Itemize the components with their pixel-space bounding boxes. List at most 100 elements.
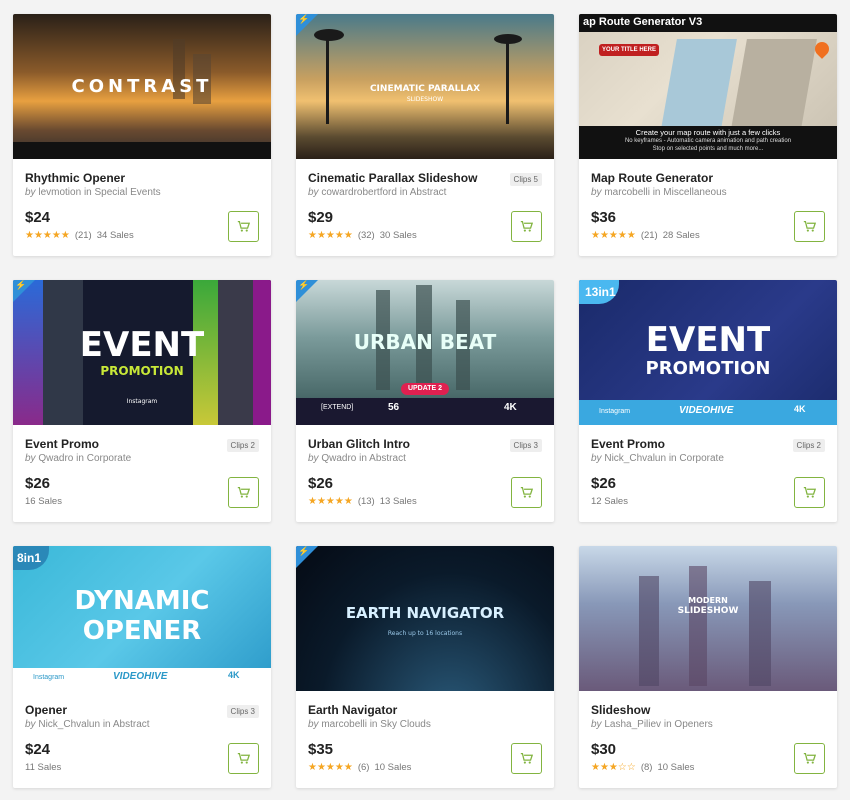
add-to-cart-button[interactable] <box>511 211 542 242</box>
cart-icon <box>803 486 816 498</box>
author-link[interactable]: Lasha_Piliev <box>604 719 661 730</box>
category-link[interactable]: Abstract <box>410 187 447 198</box>
thumb-title: EARTH NAVIGATOR <box>345 604 505 622</box>
clips-badge: Clips 2 <box>792 439 825 452</box>
add-to-cart-button[interactable] <box>228 743 259 774</box>
product-meta: ★★★★★ (6) 10 Sales <box>308 762 411 773</box>
instagram-label: Instagram <box>599 408 631 415</box>
product-meta: ★★★★★ (32) 30 Sales <box>308 230 417 241</box>
product-meta: 11 Sales <box>25 762 61 773</box>
add-to-cart-button[interactable] <box>228 477 259 508</box>
category-link[interactable]: Corporate <box>679 453 723 464</box>
extend-label: [EXTEND] <box>321 404 354 411</box>
product-thumbnail[interactable]: EARTH NAVIGATOR Reach up to 16 locations… <box>296 546 554 691</box>
rating-count: (8) <box>640 762 653 773</box>
rating-count: (13) <box>357 496 375 507</box>
author-link[interactable]: Nick_Chvalun <box>604 453 666 464</box>
category-link[interactable]: Special Events <box>95 187 161 198</box>
product-title[interactable]: Earth Navigator <box>308 703 397 717</box>
add-to-cart-button[interactable] <box>794 211 825 242</box>
in-label: in <box>83 187 92 198</box>
sales-count: 16 Sales <box>25 496 62 507</box>
product-thumbnail[interactable]: CINEMATIC PARALLAX SLIDESHOW ⚡ <box>296 14 554 159</box>
product-title[interactable]: Slideshow <box>591 703 650 717</box>
product-byline: by marcobelli in Sky Clouds <box>308 719 431 730</box>
cart-icon <box>237 220 250 232</box>
rating-count: (21) <box>74 230 92 241</box>
product-title[interactable]: Urban Glitch Intro <box>308 437 410 451</box>
product-title[interactable]: Cinematic Parallax Slideshow <box>308 171 477 185</box>
rating-stars: ★★★★★ <box>308 230 353 241</box>
product-thumbnail[interactable]: 13in1 EVENT PROMOTION Instagram VIDEOHIV… <box>579 280 837 425</box>
author-link[interactable]: marcobelli <box>604 187 650 198</box>
author-link[interactable]: marcobelli <box>321 719 367 730</box>
add-to-cart-button[interactable] <box>794 477 825 508</box>
rating-stars: ★★★★★ <box>308 762 353 773</box>
product-card[interactable]: EARTH NAVIGATOR Reach up to 16 locations… <box>296 546 554 788</box>
category-link[interactable]: Miscellaneous <box>663 187 726 198</box>
by-label: by <box>25 187 36 198</box>
cart-icon <box>520 752 533 764</box>
cart-icon <box>803 220 816 232</box>
product-card[interactable]: CINEMATIC PARALLAX SLIDESHOW ⚡ Cinematic P… <box>296 14 554 256</box>
sales-count: 34 Sales <box>96 230 134 241</box>
thumb-subtitle: PROMOTION <box>100 364 184 378</box>
sales-count: 28 Sales <box>662 230 700 241</box>
clips-badge: Clips 3 <box>509 439 542 452</box>
product-title[interactable]: Map Route Generator <box>591 171 713 185</box>
product-thumbnail[interactable]: MODERN SLIDESHOW <box>579 546 837 691</box>
author-link[interactable]: levmotion <box>38 187 81 198</box>
product-thumbnail[interactable]: ap Route Generator V3 YOUR TITLE HERE Cr… <box>579 14 837 159</box>
add-to-cart-button[interactable] <box>511 477 542 508</box>
product-byline: by Qwadro in Corporate <box>25 453 131 464</box>
category-link[interactable]: Abstract <box>113 719 150 730</box>
product-title[interactable]: Event Promo <box>591 437 665 451</box>
author-link[interactable]: Qwadro <box>321 453 356 464</box>
product-price: $29 <box>308 209 334 226</box>
author-link[interactable]: Nick_Chvalun <box>38 719 100 730</box>
author-link[interactable]: cowardrobertford <box>321 187 397 198</box>
in-label: in <box>102 719 111 730</box>
category-link[interactable]: Sky Clouds <box>380 719 431 730</box>
category-link[interactable]: Abstract <box>369 453 406 464</box>
product-card[interactable]: EVENT PROMOTION Instagram ⚡ Event Promo by … <box>13 280 271 522</box>
product-title[interactable]: Opener <box>25 703 67 717</box>
thumb-subtitle: OPENER <box>82 616 202 646</box>
thumb-title: CINEMATIC PARALLAX <box>369 84 481 94</box>
product-byline: by Qwadro in Abstract <box>308 453 406 464</box>
product-price: $36 <box>591 209 617 226</box>
product-title[interactable]: Rhythmic Opener <box>25 171 125 185</box>
product-card[interactable]: ap Route Generator V3 YOUR TITLE HERE Cr… <box>579 14 837 256</box>
product-card[interactable]: MODERN SLIDESHOW Slideshow by Lasha_Piliev… <box>579 546 837 788</box>
rating-stars: ★★★★★ <box>308 496 353 507</box>
add-to-cart-button[interactable] <box>228 211 259 242</box>
product-title[interactable]: Event Promo <box>25 437 99 451</box>
videohive-label: VIDEOHIVE <box>113 671 168 682</box>
category-link[interactable]: Openers <box>674 719 712 730</box>
product-thumbnail[interactable]: EVENT PROMOTION Instagram ⚡ <box>13 280 271 425</box>
product-card[interactable]: 8in1 DYNAMIC OPENER Instagram VIDEOHIVE … <box>13 546 271 788</box>
product-thumbnail[interactable]: 8in1 DYNAMIC OPENER Instagram VIDEOHIVE … <box>13 546 271 691</box>
add-to-cart-button[interactable] <box>511 743 542 774</box>
in-label: in <box>663 719 672 730</box>
product-card[interactable]: 13in1 EVENT PROMOTION Instagram VIDEOHIV… <box>579 280 837 522</box>
thumb-title: DYNAMIC <box>74 586 210 616</box>
author-link[interactable]: Qwadro <box>38 453 73 464</box>
product-card[interactable]: URBAN BEAT UPDATE 2 [EXTEND] 56 4K ⚡ Urban… <box>296 280 554 522</box>
product-byline: by Lasha_Piliev in Openers <box>591 719 713 730</box>
add-to-cart-button[interactable] <box>794 743 825 774</box>
map-bullets-2: Stop on selected points and much more... <box>652 146 764 152</box>
by-label: by <box>308 187 319 198</box>
product-card[interactable]: CONTRAST Rhythmic Opener by levmotion in S… <box>13 14 271 256</box>
product-thumbnail[interactable]: CONTRAST <box>13 14 271 159</box>
product-meta: ★★★☆☆ (8) 10 Sales <box>591 762 694 773</box>
map-title-tag: YOUR TITLE HERE <box>599 44 659 56</box>
product-thumbnail[interactable]: URBAN BEAT UPDATE 2 [EXTEND] 56 4K ⚡ <box>296 280 554 425</box>
product-byline: by cowardrobertford in Abstract <box>308 187 446 198</box>
in-label: in <box>369 719 378 730</box>
category-link[interactable]: Corporate <box>87 453 131 464</box>
by-label: by <box>308 719 319 730</box>
product-price: $26 <box>25 475 51 492</box>
by-label: by <box>25 719 36 730</box>
resolution-label: 4K <box>504 402 517 413</box>
